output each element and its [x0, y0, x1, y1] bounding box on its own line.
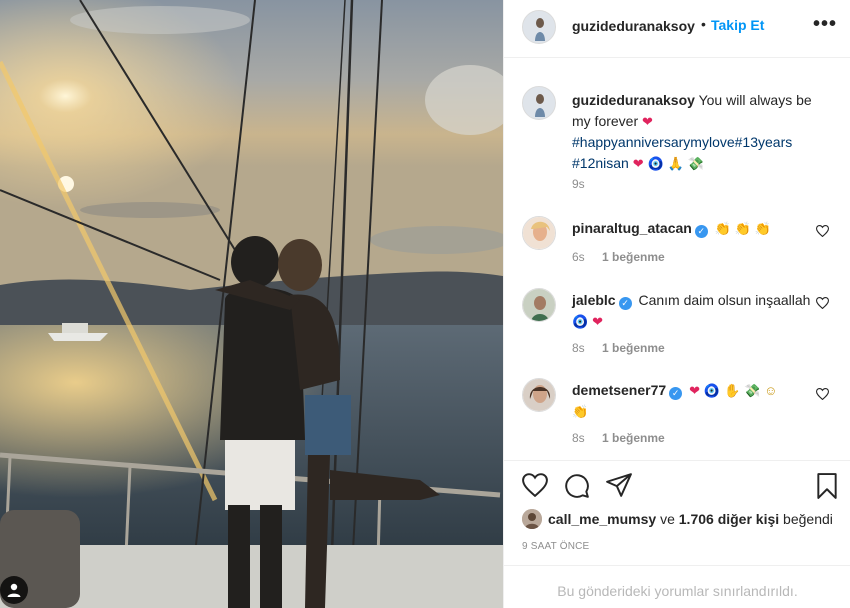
- other-likers[interactable]: 1.706 diğer kişi: [679, 511, 779, 527]
- clinking-hands-icon: 👏: [572, 404, 589, 419]
- comment-meta: 6s 1 beğenme: [572, 250, 679, 264]
- comment-time: 8s: [572, 341, 585, 355]
- comment-time: 6s: [572, 250, 585, 264]
- clinking-hands-icon: 👏: [734, 221, 751, 236]
- comment-username[interactable]: pinaraltug_atacan: [572, 220, 692, 236]
- comment-body: Canım daim olsun inşaallah: [638, 292, 811, 308]
- liked-suffix: beğendi: [779, 511, 833, 527]
- money-icon: 💸: [687, 156, 704, 171]
- author-username[interactable]: guzideduranaksoy: [572, 18, 695, 34]
- heart-icon[interactable]: [816, 225, 829, 237]
- comment-likes[interactable]: 1 beğenme: [602, 431, 665, 445]
- red-heart-icon: ❤: [642, 114, 653, 129]
- liked-by-text: call_me_mumsy ve 1.706 diğer kişi beğend…: [548, 511, 833, 527]
- comment-likes[interactable]: 1 beğenme: [602, 250, 665, 264]
- avatar-image: [523, 87, 555, 119]
- face-icon: ☺: [764, 383, 778, 398]
- more-options-button[interactable]: •••: [813, 13, 837, 36]
- heart-icon[interactable]: [816, 388, 829, 400]
- avatar-image: [523, 217, 555, 249]
- heart-icon[interactable]: [816, 297, 829, 309]
- user-icon: [7, 583, 21, 597]
- comment-username[interactable]: jaleblc: [572, 292, 616, 308]
- evil-eye-icon: 🧿: [647, 156, 664, 171]
- separator-dot: •: [701, 16, 706, 32]
- liked-by: call_me_mumsy ve 1.706 diğer kişi beğend…: [522, 508, 842, 532]
- hand-icon: ✋: [723, 383, 741, 398]
- comment-likes[interactable]: 1 beğenme: [602, 341, 665, 355]
- comment-footer: Bu gönderideki yorumlar sınırlandırıldı.: [504, 565, 850, 608]
- praying-hands-icon: 🙏: [667, 156, 684, 171]
- post-side-panel: guzideduranaksoy • Takip Et ••• guzidedu…: [503, 0, 850, 608]
- evil-eye-icon: 🧿: [572, 314, 589, 329]
- comment-text: pinaraltug_atacan ✓ 👏 👏 👏: [572, 218, 812, 239]
- liked-connector: ve: [656, 511, 679, 527]
- evil-eye-icon: 🧿: [703, 383, 721, 398]
- verified-badge-icon: ✓: [618, 297, 632, 310]
- red-heart-icon: ❤: [689, 383, 700, 398]
- bookmark-icon[interactable]: [816, 473, 838, 499]
- liker-username[interactable]: call_me_mumsy: [548, 511, 656, 527]
- photo-scene: [0, 0, 503, 608]
- verified-badge-icon: ✓: [694, 225, 708, 238]
- clinking-hands-icon: 👏: [754, 221, 772, 236]
- avatar-image: [523, 289, 555, 321]
- share-icon[interactable]: [606, 473, 632, 497]
- follow-button[interactable]: Takip Et: [711, 17, 764, 33]
- comment-username[interactable]: demetsener77: [572, 382, 666, 398]
- caption-time: 9s: [572, 177, 585, 191]
- red-heart-icon: ❤: [632, 156, 644, 171]
- verified-badge-icon: ✓: [669, 387, 683, 400]
- comment-meta: 8s 1 beğenme: [572, 431, 679, 445]
- avatar-image: [523, 379, 555, 411]
- post-timestamp[interactable]: 9 SAAT ÖNCE: [522, 541, 589, 552]
- comment-meta: 8s 1 beğenme: [572, 341, 679, 355]
- liker-avatar[interactable]: [522, 509, 542, 529]
- commenter-avatar[interactable]: [522, 288, 556, 322]
- commenter-avatar[interactable]: [522, 378, 556, 412]
- tagged-user-button[interactable]: [0, 576, 28, 604]
- clinking-hands-icon: 👏: [714, 221, 731, 236]
- comment-icon[interactable]: [564, 473, 590, 499]
- caption-avatar[interactable]: [522, 86, 556, 120]
- comment-time: 8s: [572, 431, 585, 445]
- comment-text: demetsener77 ✓ ❤ 🧿 ✋ 💸 ☺ 👏: [572, 380, 812, 422]
- caption-text: guzideduranaksoy You will always be my f…: [572, 90, 834, 174]
- action-bar: [504, 460, 850, 508]
- comments-limited-notice: Bu gönderideki yorumlar sınırlandırıldı.: [557, 583, 798, 599]
- caption-username[interactable]: guzideduranaksoy: [572, 92, 695, 108]
- avatar-image: [522, 509, 542, 529]
- post-header: guzideduranaksoy • Takip Et •••: [504, 0, 850, 58]
- commenter-avatar[interactable]: [522, 216, 556, 250]
- avatar-image: [523, 11, 555, 43]
- money-icon: 💸: [744, 383, 761, 398]
- red-heart-icon: ❤: [592, 314, 603, 329]
- heart-icon[interactable]: [522, 473, 548, 497]
- post-photo[interactable]: [0, 0, 503, 608]
- comment-text: jaleblc ✓ Canım daim olsun inşaallah 🧿 ❤: [572, 290, 812, 332]
- author-avatar[interactable]: [522, 10, 556, 44]
